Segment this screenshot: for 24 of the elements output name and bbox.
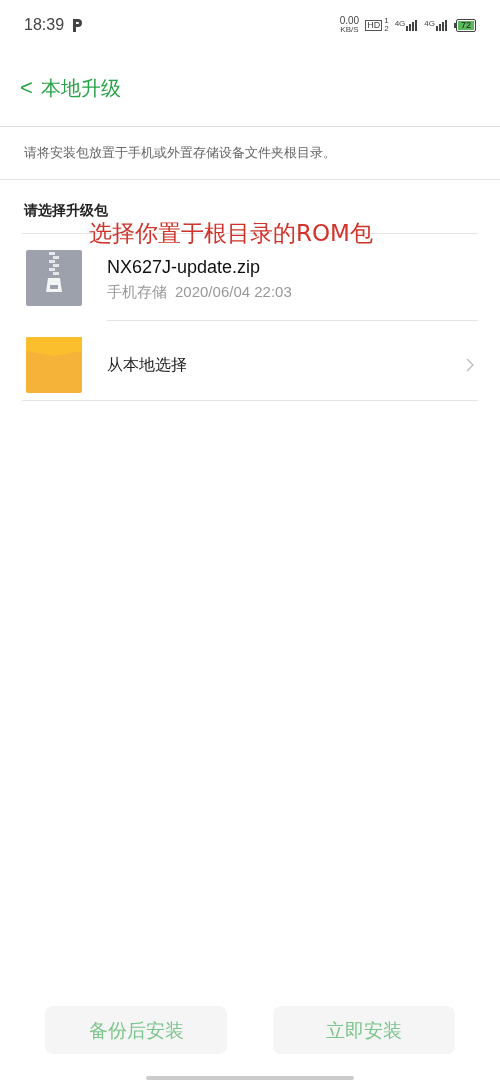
clock-time: 18:39 [24, 15, 65, 35]
speed-unit: KB/S [340, 26, 359, 34]
hd-label: HD [365, 19, 383, 31]
network-type: 4G [424, 19, 435, 28]
parking-icon [72, 18, 83, 32]
hint-text: 请将安装包放置于手机或外置存储设备文件夹根目录。 [24, 144, 336, 163]
section-title: 请选择升级包 [24, 201, 109, 220]
file-location: 手机存储 [107, 282, 167, 304]
sim-label: 2 [384, 25, 389, 33]
battery-level: 72 [458, 20, 474, 30]
list-item[interactable]: 从本地选择 [22, 321, 478, 408]
signal-icon [406, 19, 419, 31]
home-indicator[interactable] [146, 1076, 354, 1080]
network-type: 4G [394, 19, 406, 28]
file-name: NX627J-update.zip [107, 256, 262, 280]
sim-label: 1 [384, 17, 389, 25]
folder-icon [26, 336, 82, 393]
network-speed: 0.00 [339, 16, 360, 26]
page-title: 本地升级 [40, 75, 121, 102]
item-label: 从本地选择 [107, 353, 188, 376]
file-date: 2020/06/04 22:03 [175, 282, 292, 303]
zip-file-icon [26, 249, 82, 306]
back-button[interactable]: < [20, 77, 33, 99]
signal-icon [436, 19, 448, 31]
